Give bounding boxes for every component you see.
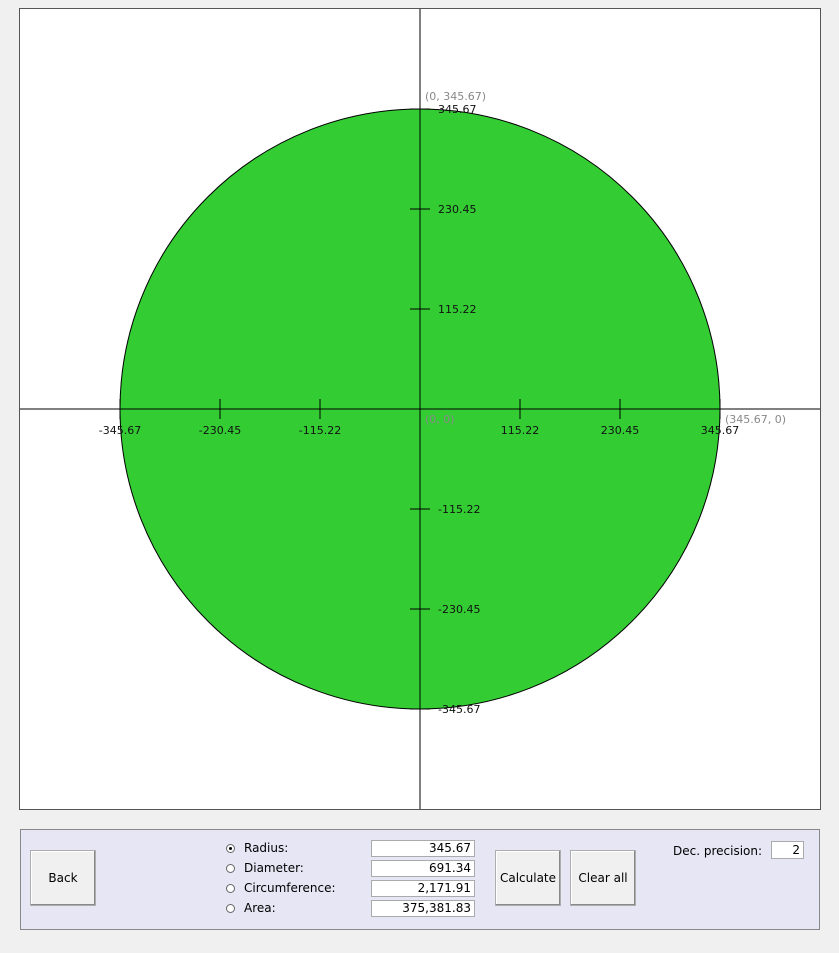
precision-label: Dec. precision: bbox=[673, 844, 763, 858]
y-tick-label: 115.22 bbox=[438, 303, 477, 316]
top-point-label: (0, 345.67) bbox=[425, 90, 486, 103]
plot-canvas: -345.67 -345.67 -230.45 -230.45 -115.22 -115.… bbox=[19, 8, 821, 810]
plot-svg: -345.67 -345.67 -230.45 -230.45 -115.22 -115.… bbox=[20, 9, 820, 809]
radius-option[interactable]: Radius: bbox=[226, 838, 288, 858]
diameter-option[interactable]: Diameter: bbox=[226, 858, 304, 878]
clear-all-button[interactable]: Clear all bbox=[570, 850, 636, 906]
circumference-radio[interactable] bbox=[226, 883, 235, 893]
y-tick-label: 230.45 bbox=[438, 203, 477, 216]
control-panel: Back Radius: Diameter: Circumference: Ar… bbox=[20, 829, 820, 930]
origin-label: (0, 0) bbox=[425, 413, 455, 426]
back-button[interactable]: Back bbox=[30, 850, 96, 906]
diameter-label: Diameter: bbox=[244, 861, 304, 875]
x-tick-label: -115.22 bbox=[299, 424, 341, 437]
y-tick-label: 345.67 bbox=[438, 103, 477, 116]
right-point-label: (345.67, 0) bbox=[725, 413, 786, 426]
circumference-label: Circumference: bbox=[244, 881, 336, 895]
diameter-field[interactable]: 691.34 bbox=[371, 860, 475, 877]
circumference-option[interactable]: Circumference: bbox=[226, 878, 336, 898]
x-tick-label: -230.45 bbox=[199, 424, 241, 437]
calculate-button[interactable]: Calculate bbox=[495, 850, 561, 906]
area-radio[interactable] bbox=[226, 903, 235, 913]
y-tick-label: -230.45 bbox=[438, 603, 480, 616]
x-tick-label: 115.22 bbox=[501, 424, 540, 437]
area-option[interactable]: Area: bbox=[226, 898, 276, 918]
x-tick-label: -345.67 bbox=[99, 424, 141, 437]
y-tick-label: -345.67 bbox=[438, 703, 480, 716]
precision-field[interactable]: 2 bbox=[771, 841, 804, 859]
circumference-field[interactable]: 2,171.91 bbox=[371, 880, 475, 897]
area-label: Area: bbox=[244, 901, 276, 915]
area-field[interactable]: 375,381.83 bbox=[371, 900, 475, 917]
diameter-radio[interactable] bbox=[226, 863, 235, 873]
radius-radio[interactable] bbox=[226, 843, 235, 853]
radius-field[interactable]: 345.67 bbox=[371, 840, 475, 857]
x-tick-label: 230.45 bbox=[601, 424, 640, 437]
radius-label: Radius: bbox=[244, 841, 289, 855]
y-tick-label: -115.22 bbox=[438, 503, 480, 516]
